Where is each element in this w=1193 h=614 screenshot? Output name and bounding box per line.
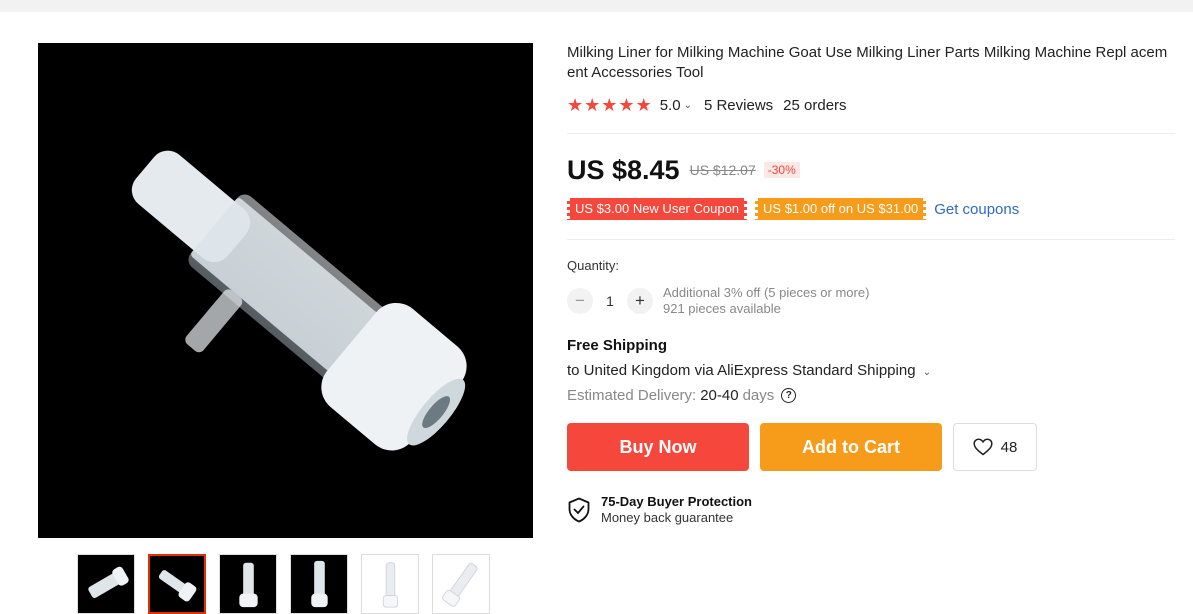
action-buttons: Buy Now Add to Cart 48 <box>567 423 1175 471</box>
shipping-destination-text: to United Kingdom via AliExpress Standar… <box>567 362 916 379</box>
wishlist-count: 48 <box>1000 438 1018 456</box>
thumbnail-3[interactable] <box>219 554 277 614</box>
get-coupons-link[interactable]: Get coupons <box>934 201 1019 218</box>
increase-quantity-button[interactable]: + <box>627 288 653 314</box>
star-icon: ★ <box>584 94 601 115</box>
quantity-label: Quantity: <box>567 258 620 273</box>
product-title: Milking Liner for Milking Machine Goat U… <box>567 44 1168 81</box>
delivery-days-unit: days <box>742 387 775 404</box>
coupon-row: US $3.00 New User Coupon US $1.00 off on… <box>567 197 1175 221</box>
thumbnail-6[interactable] <box>432 554 490 614</box>
divider <box>567 239 1175 240</box>
thumbnail-2[interactable] <box>148 554 206 614</box>
chevron-down-icon[interactable]: ⌄ <box>923 367 931 378</box>
chevron-down-icon[interactable]: ⌄ <box>684 100 692 111</box>
shield-check-icon <box>568 497 590 523</box>
add-to-cart-button[interactable]: Add to Cart <box>760 423 942 471</box>
thumbnail-strip <box>77 554 490 614</box>
heart-icon <box>973 438 993 456</box>
price-row: US $8.45 US $12.07 -30% <box>567 154 1175 186</box>
product-info-panel: Milking Liner for Milking Machine Goat U… <box>567 43 1175 526</box>
discount-badge: -30% <box>763 162 800 178</box>
quantity-stepper: − 1 + Additional 3% off (5 pieces or mor… <box>567 285 1175 317</box>
buyer-protection-title: 75-Day Buyer Protection <box>601 494 752 509</box>
quantity-info: Additional 3% off (5 pieces or more) 921… <box>663 285 869 317</box>
store-coupon[interactable]: US $1.00 off on US $31.00 <box>755 198 927 220</box>
buyer-protection-subtitle: Money back guarantee <box>601 510 734 525</box>
star-icon: ★ <box>635 94 652 115</box>
delivery-days: 20-40 <box>700 387 739 404</box>
rating-value[interactable]: 5.0 <box>660 97 681 114</box>
star-rating: ★ ★ ★ ★ ★ <box>567 95 652 116</box>
rating-row: ★ ★ ★ ★ ★ 5.0 ⌄ 5 Reviews 25 orders <box>567 95 1175 115</box>
thumbnail-4[interactable] <box>290 554 348 614</box>
product-illustration <box>131 150 467 451</box>
star-icon: ★ <box>618 94 635 115</box>
decrease-quantity-button[interactable]: − <box>567 288 593 314</box>
divider <box>567 133 1175 134</box>
bulk-discount-text: Additional 3% off (5 pieces or more) <box>663 285 870 300</box>
estimated-delivery-label: Estimated Delivery: <box>567 387 697 404</box>
star-icon: ★ <box>601 94 618 115</box>
main-product-image[interactable] <box>38 43 533 538</box>
buyer-protection[interactable]: 75-Day Buyer Protection Money back guara… <box>567 494 1175 526</box>
wishlist-button[interactable]: 48 <box>953 423 1037 471</box>
stock-available-text: 921 pieces available <box>663 301 781 316</box>
buy-now-button[interactable]: Buy Now <box>567 423 749 471</box>
orders-count: 25 orders <box>783 96 847 114</box>
thumbnail-5[interactable] <box>361 554 419 614</box>
question-icon[interactable]: ? <box>781 388 797 403</box>
quantity-input[interactable]: 1 <box>593 293 627 309</box>
buyer-protection-text: 75-Day Buyer Protection Money back guara… <box>601 494 752 526</box>
original-price: US $12.07 <box>689 162 756 178</box>
reviews-link[interactable]: 5 Reviews <box>704 97 773 114</box>
shipping-title: Free Shipping <box>567 337 668 354</box>
estimated-delivery: Estimated Delivery: 20-40 days ? <box>567 387 1175 404</box>
new-user-coupon[interactable]: US $3.00 New User Coupon <box>567 198 748 220</box>
shipping-destination[interactable]: to United Kingdom via AliExpress Standar… <box>567 362 1175 379</box>
top-bar <box>0 0 1193 12</box>
thumbnail-1[interactable] <box>77 554 135 614</box>
current-price: US $8.45 <box>567 154 680 185</box>
star-icon: ★ <box>567 94 584 115</box>
